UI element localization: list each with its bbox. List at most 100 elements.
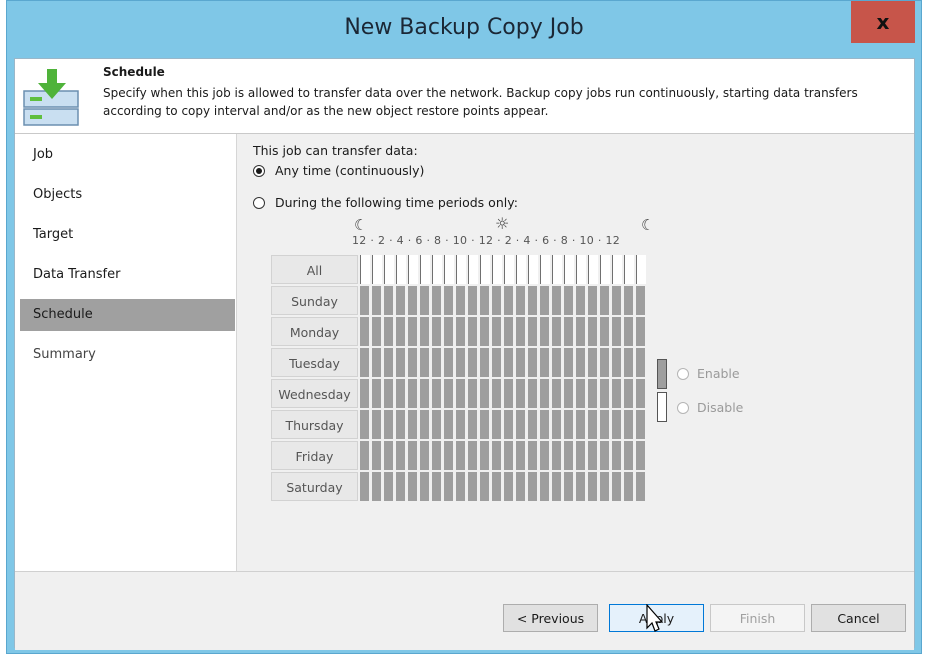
hour-cell[interactable] — [516, 410, 526, 439]
hour-cell[interactable] — [576, 317, 586, 346]
hour-cell[interactable] — [612, 317, 622, 346]
hour-cell[interactable] — [420, 317, 430, 346]
hour-cell[interactable] — [384, 286, 394, 315]
hour-cell[interactable] — [564, 348, 574, 377]
hour-cell[interactable] — [600, 317, 610, 346]
hour-cell[interactable] — [552, 410, 562, 439]
hour-cell[interactable] — [408, 286, 418, 315]
hour-cell[interactable] — [396, 379, 406, 408]
hour-cell[interactable] — [432, 379, 442, 408]
hour-cell[interactable] — [480, 348, 490, 377]
hour-cell[interactable] — [624, 379, 634, 408]
hour-cell[interactable] — [588, 410, 598, 439]
hour-cell[interactable] — [588, 286, 598, 315]
hour-cell[interactable] — [540, 472, 550, 501]
hour-cell[interactable] — [444, 441, 454, 470]
hour-cell[interactable] — [516, 441, 526, 470]
hour-cell[interactable] — [444, 410, 454, 439]
sunday-button[interactable]: Sunday — [271, 286, 358, 315]
hour-cell[interactable] — [576, 472, 586, 501]
hour-cell[interactable] — [408, 255, 418, 284]
hour-cell[interactable] — [360, 379, 370, 408]
hour-cell[interactable] — [468, 255, 478, 284]
hour-cell[interactable] — [396, 348, 406, 377]
hour-cell[interactable] — [504, 255, 514, 284]
hour-cell[interactable] — [480, 472, 490, 501]
hour-cell[interactable] — [588, 441, 598, 470]
hour-cell[interactable] — [408, 472, 418, 501]
saturday-hours-row[interactable] — [360, 472, 648, 501]
hour-cell[interactable] — [576, 348, 586, 377]
hour-cell[interactable] — [528, 286, 538, 315]
hour-cell[interactable] — [564, 379, 574, 408]
hour-cell[interactable] — [492, 317, 502, 346]
hour-cell[interactable] — [396, 317, 406, 346]
hour-cell[interactable] — [540, 379, 550, 408]
hour-cell[interactable] — [588, 472, 598, 501]
hour-cell[interactable] — [444, 317, 454, 346]
hour-cell[interactable] — [504, 317, 514, 346]
hour-cell[interactable] — [432, 286, 442, 315]
hour-cell[interactable] — [588, 379, 598, 408]
hour-cell[interactable] — [576, 286, 586, 315]
hour-cell[interactable] — [576, 255, 586, 284]
hour-cell[interactable] — [480, 379, 490, 408]
hour-cell[interactable] — [540, 317, 550, 346]
hour-cell[interactable] — [468, 441, 478, 470]
hour-cell[interactable] — [432, 472, 442, 501]
hour-cell[interactable] — [444, 286, 454, 315]
hour-cell[interactable] — [432, 410, 442, 439]
hour-cell[interactable] — [372, 379, 382, 408]
hour-cell[interactable] — [420, 379, 430, 408]
hour-cell[interactable] — [612, 379, 622, 408]
hour-cell[interactable] — [600, 441, 610, 470]
hour-cell[interactable] — [372, 472, 382, 501]
hour-cell[interactable] — [576, 441, 586, 470]
thursday-button[interactable]: Thursday — [271, 410, 358, 439]
hour-cell[interactable] — [408, 410, 418, 439]
hour-cell[interactable] — [636, 348, 646, 377]
hour-cell[interactable] — [480, 255, 490, 284]
hour-header-row[interactable] — [360, 255, 648, 284]
hour-cell[interactable] — [372, 286, 382, 315]
hour-cell[interactable] — [624, 472, 634, 501]
friday-hours-row[interactable] — [360, 441, 648, 470]
hour-cell[interactable] — [636, 441, 646, 470]
saturday-button[interactable]: Saturday — [271, 472, 358, 501]
hour-cell[interactable] — [624, 441, 634, 470]
close-button[interactable]: x — [851, 1, 915, 43]
hour-cell[interactable] — [564, 441, 574, 470]
hour-cell[interactable] — [360, 348, 370, 377]
hour-cell[interactable] — [564, 286, 574, 315]
hour-cell[interactable] — [504, 348, 514, 377]
hour-cell[interactable] — [504, 410, 514, 439]
hour-cell[interactable] — [516, 379, 526, 408]
hour-cell[interactable] — [492, 410, 502, 439]
hour-cell[interactable] — [384, 472, 394, 501]
hour-cell[interactable] — [624, 286, 634, 315]
tuesday-button[interactable]: Tuesday — [271, 348, 358, 377]
hour-cell[interactable] — [468, 348, 478, 377]
tuesday-hours-row[interactable] — [360, 348, 648, 377]
hour-cell[interactable] — [372, 255, 382, 284]
hour-cell[interactable] — [564, 472, 574, 501]
hour-cell[interactable] — [516, 286, 526, 315]
hour-cell[interactable] — [456, 255, 466, 284]
hour-cell[interactable] — [384, 255, 394, 284]
hour-cell[interactable] — [384, 441, 394, 470]
hour-cell[interactable] — [492, 441, 502, 470]
hour-cell[interactable] — [528, 255, 538, 284]
hour-cell[interactable] — [564, 317, 574, 346]
hour-cell[interactable] — [624, 317, 634, 346]
hour-cell[interactable] — [396, 410, 406, 439]
hour-cell[interactable] — [600, 286, 610, 315]
sidebar-item-objects[interactable]: Objects — [20, 179, 235, 211]
hour-cell[interactable] — [480, 441, 490, 470]
hour-cell[interactable] — [528, 441, 538, 470]
hour-cell[interactable] — [408, 379, 418, 408]
hour-cell[interactable] — [588, 348, 598, 377]
friday-button[interactable]: Friday — [271, 441, 358, 470]
hour-cell[interactable] — [504, 379, 514, 408]
hour-cell[interactable] — [456, 317, 466, 346]
hour-cell[interactable] — [456, 472, 466, 501]
